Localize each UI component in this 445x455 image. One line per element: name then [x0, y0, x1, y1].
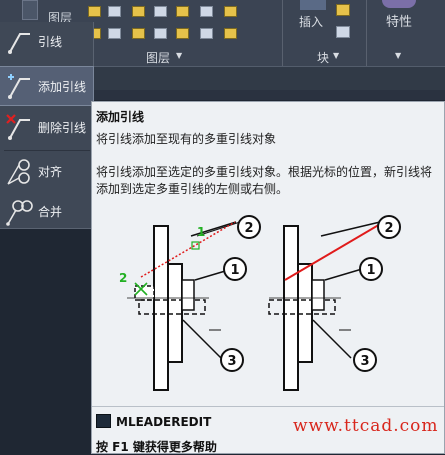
callout-1-left: 1	[230, 263, 239, 278]
insert-button-label[interactable]: 插入	[299, 13, 323, 30]
menu-item-label: 合并	[38, 205, 63, 219]
layer-unlock-icon[interactable]	[200, 28, 213, 39]
remove-leader-icon	[6, 114, 30, 140]
watermark: www.ttcad.com	[293, 416, 439, 436]
command-name: MLEADEREDIT	[116, 415, 212, 429]
tooltip-panel: 添加引线 将引线添加至现有的多重引线对象 将引线添加至选定的多重引线对象。根据光…	[91, 101, 445, 454]
menu-item-label: 添加引线	[38, 80, 87, 94]
layer-state-icon[interactable]	[88, 6, 101, 17]
after-example: 2 1 3	[268, 215, 401, 391]
callout-3-left: 3	[227, 354, 236, 369]
before-example: 1 2 2 1 3	[119, 215, 261, 391]
callout-2-right: 2	[384, 221, 393, 236]
menu-item-label: 删除引线	[38, 121, 87, 135]
layers-panel-label[interactable]: 图层	[146, 49, 170, 66]
step-label-2: 2	[119, 271, 127, 285]
add-leader-illustration: 1 2 2 1 3 2 1 3	[119, 215, 401, 391]
tooltip-long-description: 将引线添加至选定的多重引线对象。根据光标的位置，新引线将添加到选定多重引线的左侧…	[96, 165, 433, 196]
multileader-dropdown-menu: 引线 添加引线 删除引线 对齐 合并	[0, 22, 94, 229]
callout-3-right: 3	[360, 354, 369, 369]
step-label-1: 1	[197, 225, 205, 239]
insert-icon[interactable]	[300, 0, 326, 10]
menu-item-add-leader[interactable]: 添加引线	[0, 66, 94, 106]
layer-thaw-icon[interactable]	[154, 28, 167, 39]
ribbon-separator-2	[366, 0, 367, 66]
layers-panel-arrow[interactable]: ▼	[176, 51, 182, 60]
tooltip-title: 添加引线	[96, 110, 145, 124]
layer-lock-icon[interactable]	[200, 6, 213, 17]
menu-separator	[4, 150, 90, 151]
menu-item-label: 对齐	[38, 165, 63, 179]
tooltip-short-description: 将引线添加至现有的多重引线对象	[96, 132, 277, 146]
collect-leaders-icon	[6, 200, 33, 226]
block-panel-arrow[interactable]: ▼	[333, 51, 339, 60]
command-line-icon	[96, 414, 111, 428]
properties-arrow[interactable]: ▼	[395, 51, 401, 60]
menu-item-collect[interactable]: 合并	[0, 192, 93, 230]
layer-merge-icon[interactable]	[108, 28, 121, 39]
menu-item-label: 引线	[38, 35, 63, 49]
layer-match-icon[interactable]	[108, 6, 121, 17]
callout-1-right: 1	[366, 263, 375, 278]
callout-2-left: 2	[244, 221, 253, 236]
layer-freeze-icon[interactable]	[154, 6, 167, 17]
leader-dropdown-button[interactable]	[22, 0, 38, 20]
block-panel-label[interactable]: 块	[317, 49, 329, 66]
block-create-icon[interactable]	[336, 4, 350, 16]
menu-item-align[interactable]: 对齐	[0, 152, 93, 190]
layer-tools-group	[84, 4, 264, 44]
layer-copy-icon[interactable]	[224, 28, 237, 39]
leader-icon	[8, 33, 30, 54]
block-edit-icon[interactable]	[336, 26, 350, 38]
menu-item-leader[interactable]: 引线	[0, 22, 93, 60]
layer-off-icon[interactable]	[176, 6, 189, 17]
menu-item-remove-leader[interactable]: 删除引线	[0, 108, 93, 146]
help-hint: 按 F1 键获得更多帮助	[96, 440, 217, 454]
layer-delete-icon[interactable]	[132, 28, 145, 39]
align-leaders-icon	[7, 159, 30, 185]
properties-icon[interactable]	[382, 0, 416, 8]
layer-previous-icon[interactable]	[224, 6, 237, 17]
properties-button-label[interactable]: 特性	[386, 11, 412, 30]
add-leader-icon	[8, 74, 30, 99]
ribbon-separator-1	[282, 0, 283, 66]
layer-on-icon[interactable]	[176, 28, 189, 39]
tooltip-footer-divider	[92, 406, 444, 407]
layer-isolate-icon[interactable]	[132, 6, 145, 17]
